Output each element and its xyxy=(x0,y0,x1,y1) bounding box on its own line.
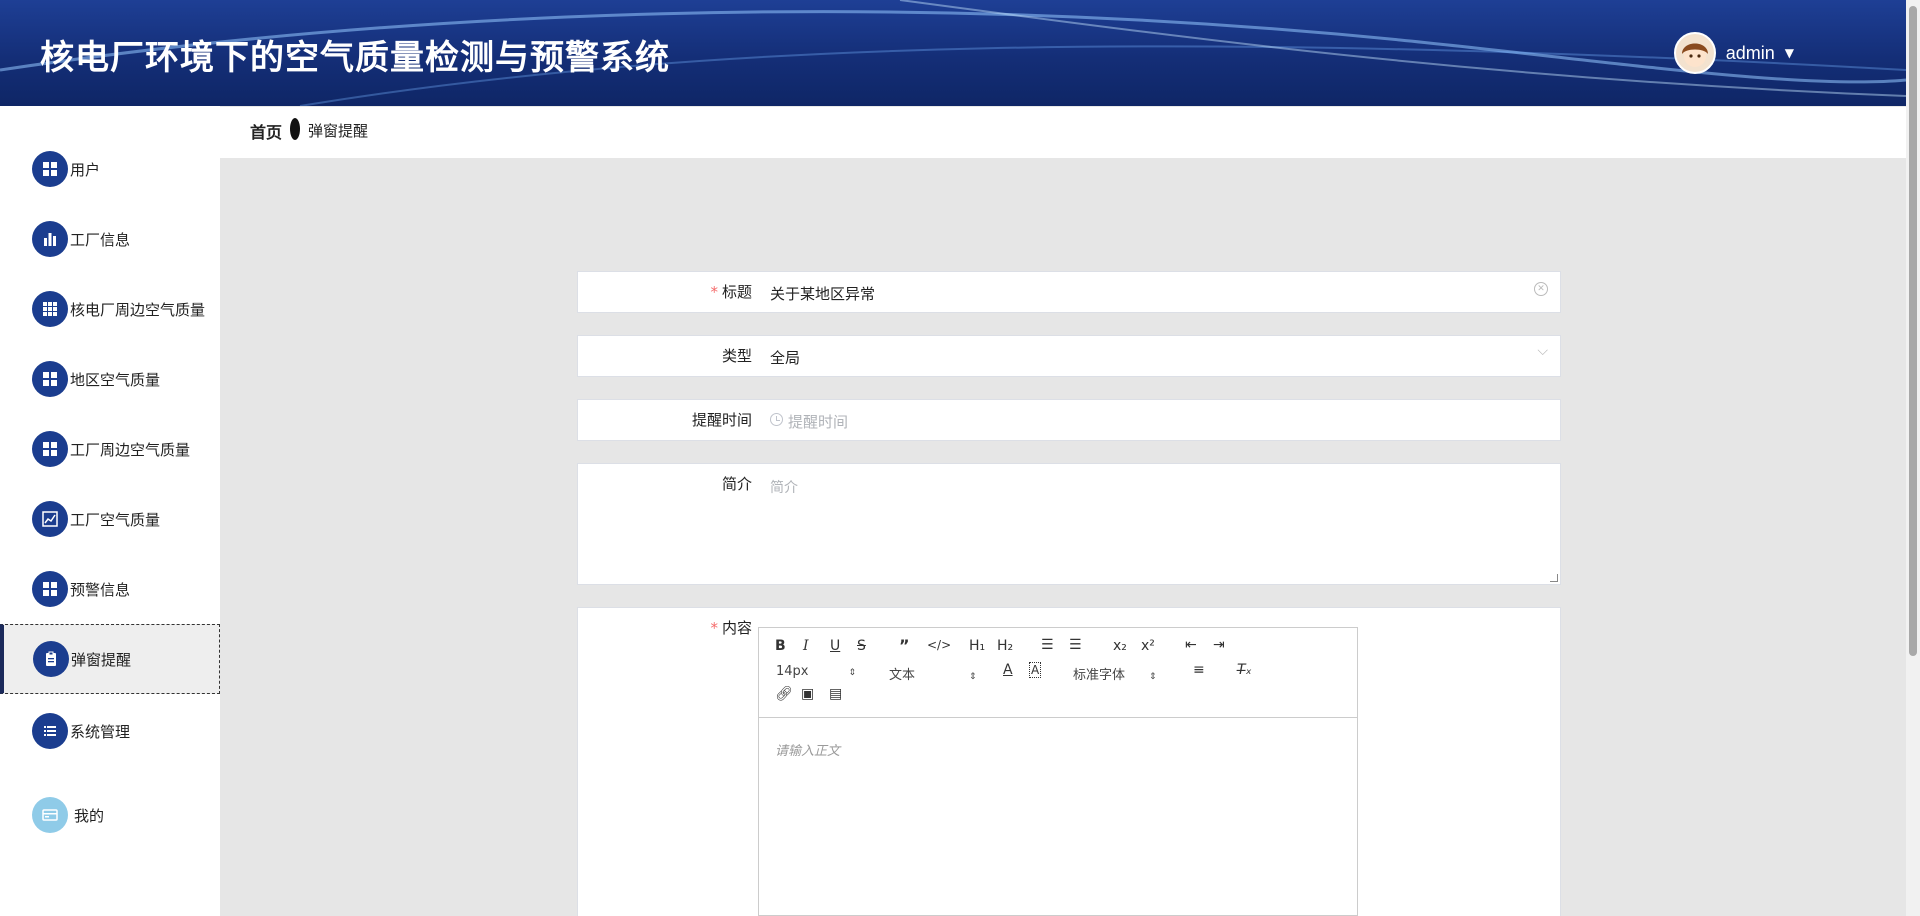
sidebar-item-factory-info[interactable]: 工厂信息 xyxy=(0,204,220,274)
form-row-remind-time: 提醒时间 提醒时间 xyxy=(577,399,1561,441)
remind-time-label: 提醒时间 xyxy=(691,411,752,429)
resize-handle-icon[interactable] xyxy=(1550,574,1558,582)
code-block-icon[interactable]: </> xyxy=(927,638,951,652)
bar-chart-icon xyxy=(32,221,68,257)
grid-icon xyxy=(32,361,68,397)
video-icon[interactable]: ▤ xyxy=(829,686,842,702)
ordered-list-icon[interactable]: ☰ xyxy=(1041,637,1054,653)
required-mark: * xyxy=(710,283,718,301)
avatar-face-icon xyxy=(1681,43,1708,67)
sidebar-item-system-management[interactable]: 系统管理 xyxy=(0,696,220,766)
summary-label: 简介 xyxy=(721,475,752,493)
superscript-icon[interactable]: x² xyxy=(1141,638,1155,654)
sidebar-item-region-air[interactable]: 地区空气质量 xyxy=(0,344,220,414)
sidebar-item-label: 工厂信息 xyxy=(70,230,131,249)
list-icon xyxy=(32,713,68,749)
image-icon[interactable]: ▣ xyxy=(801,686,814,702)
sidebar-item-popup-reminder[interactable]: 弹窗提醒 xyxy=(0,624,220,694)
heading2-icon[interactable]: H₂ xyxy=(997,638,1013,654)
app-title: 核电厂环境下的空气质量检测与预警系统 xyxy=(40,38,670,78)
title-input[interactable]: 关于某地区异常 xyxy=(770,283,875,304)
breadcrumb: 首页 弹窗提醒 xyxy=(220,106,1906,158)
sidebar-item-factory-surrounding-air[interactable]: 工厂周边空气质量 xyxy=(0,414,220,484)
summary-textarea[interactable]: 简介 xyxy=(770,477,798,497)
underline-icon[interactable]: U xyxy=(830,638,840,654)
sidebar-item-warning-info[interactable]: 预警信息 xyxy=(0,554,220,624)
background-color-icon[interactable]: A xyxy=(1029,662,1042,678)
form-row-type: 类型 全局 ⌵ xyxy=(577,335,1561,377)
sidebar-item-factory-air[interactable]: 工厂空气质量 xyxy=(0,484,220,554)
select-arrows-icon: ⇕ xyxy=(969,672,977,682)
grid-icon xyxy=(32,151,68,187)
sidebar-item-nuclear-air[interactable]: 核电厂周边空气质量 xyxy=(0,274,220,344)
top-header: 核电厂环境下的空气质量检测与预警系统 admin ▼ xyxy=(0,0,1906,106)
user-name[interactable]: admin xyxy=(1726,43,1775,64)
required-mark: * xyxy=(710,619,718,637)
blockquote-icon[interactable]: ” xyxy=(899,636,910,655)
breadcrumb-home[interactable]: 首页 xyxy=(250,119,282,143)
align-left-icon[interactable]: ≡ xyxy=(1193,662,1205,678)
clear-icon[interactable]: ✕ xyxy=(1534,282,1548,296)
font-color-icon[interactable]: A xyxy=(1003,662,1013,678)
sidebar-item-mine[interactable]: 我的 xyxy=(0,780,220,850)
grid-icon xyxy=(32,571,68,607)
sidebar-item-label: 我的 xyxy=(74,806,105,825)
form-row-summary: 简介 简介 xyxy=(577,463,1561,585)
text-style-value: 文本 xyxy=(889,668,916,683)
editor-toolbar: B I U S ” </> H₁ H₂ ☰ ☰ x₂ x² ⇤ ⇥ 14px ⇕ … xyxy=(759,628,1357,718)
table-icon xyxy=(32,291,68,327)
breadcrumb-separator-icon xyxy=(290,118,300,140)
line-chart-icon xyxy=(32,501,68,537)
bullet-list-icon[interactable]: ☰ xyxy=(1069,637,1082,653)
heading1-icon[interactable]: H₁ xyxy=(969,638,985,654)
sidebar-item-label: 地区空气质量 xyxy=(70,370,161,389)
type-select[interactable]: 全局 xyxy=(770,347,800,368)
type-label: 类型 xyxy=(721,347,752,365)
sidebar-item-users[interactable]: 用户 xyxy=(0,134,220,204)
select-arrows-icon: ⇕ xyxy=(848,668,857,678)
italic-icon[interactable]: I xyxy=(803,638,809,654)
sidebar-item-label: 用户 xyxy=(70,160,101,179)
font-family-select[interactable]: 标准字体 ⇕ xyxy=(1073,664,1157,683)
sidebar: 用户 工厂信息 核电厂周边空气质量 地区空气质量 工厂周边空气质量 工厂空气质量 xyxy=(0,106,220,916)
clock-icon xyxy=(770,413,783,426)
sidebar-item-label: 弹窗提醒 xyxy=(71,650,132,669)
editor-body[interactable]: 请输入正文 xyxy=(775,740,840,759)
outdent-icon[interactable]: ⇤ xyxy=(1185,637,1197,653)
font-size-select[interactable]: 14px ⇕ xyxy=(776,664,856,679)
bold-icon[interactable]: B xyxy=(775,638,786,654)
breadcrumb-current: 弹窗提醒 xyxy=(308,122,369,140)
grid-icon xyxy=(32,431,68,467)
sidebar-item-label: 核电厂周边空气质量 xyxy=(70,300,206,319)
user-menu[interactable]: admin ▼ xyxy=(1673,32,1794,74)
sidebar-item-label: 预警信息 xyxy=(70,580,131,599)
sidebar-item-label: 工厂空气质量 xyxy=(70,510,161,529)
page-scrollbar[interactable] xyxy=(1906,0,1920,916)
text-style-select[interactable]: 文本 ⇕ xyxy=(889,664,977,683)
link-icon[interactable]: 🔗︎ xyxy=(775,686,793,702)
remind-time-input[interactable]: 提醒时间 xyxy=(788,411,848,432)
clear-format-icon[interactable]: T̶ₓ xyxy=(1237,662,1252,678)
clipboard-icon xyxy=(33,641,69,677)
title-label: * 标题 xyxy=(710,281,752,302)
font-family-value: 标准字体 xyxy=(1073,668,1126,683)
scrollbar-thumb[interactable] xyxy=(1909,6,1917,656)
form-row-title: * 标题 关于某地区异常 ✕ xyxy=(577,271,1561,313)
sidebar-item-label: 工厂周边空气质量 xyxy=(70,440,191,459)
strikethrough-icon[interactable]: S xyxy=(857,638,866,654)
title-label-text: 标题 xyxy=(721,283,752,301)
chevron-down-icon[interactable]: ▼ xyxy=(1785,46,1794,60)
avatar[interactable] xyxy=(1673,32,1716,74)
indent-icon[interactable]: ⇥ xyxy=(1213,637,1225,653)
select-arrows-icon: ⇕ xyxy=(1149,672,1157,682)
rich-text-editor: B I U S ” </> H₁ H₂ ☰ ☰ x₂ x² ⇤ ⇥ 14px ⇕ … xyxy=(758,627,1358,916)
card-icon xyxy=(32,797,68,833)
font-size-value: 14px xyxy=(776,664,809,679)
content-label: * 内容 xyxy=(710,617,752,638)
sidebar-item-label: 系统管理 xyxy=(70,722,131,741)
subscript-icon[interactable]: x₂ xyxy=(1113,638,1127,654)
chevron-down-icon[interactable]: ⌵ xyxy=(1537,343,1548,359)
content-label-text: 内容 xyxy=(721,619,752,637)
